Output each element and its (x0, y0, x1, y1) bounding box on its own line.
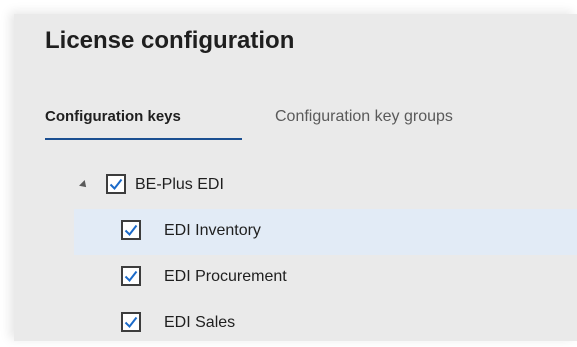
tree-node-label: EDI Inventory (164, 222, 261, 239)
active-tab-indicator (45, 138, 242, 140)
tab-configuration-keys[interactable]: Configuration keys (45, 108, 181, 125)
checkmark-icon (124, 224, 138, 237)
expand-collapse-icon[interactable] (79, 180, 89, 190)
checkmark-icon (124, 270, 138, 283)
checkmark-icon (109, 178, 123, 191)
tree-node-edi-inventory[interactable]: EDI Inventory (74, 209, 577, 255)
tree-node-label: EDI Sales (164, 314, 236, 331)
tab-configuration-key-groups[interactable]: Configuration key groups (275, 108, 453, 126)
tree-node-edi-sales[interactable]: EDI Sales (74, 301, 577, 347)
tree-node-label: BE-Plus EDI (135, 176, 224, 193)
app-frame: License configuration Configuration keys… (0, 0, 577, 341)
tree-node-label: EDI Procurement (164, 268, 287, 285)
be-plus-edi-checkbox[interactable] (106, 174, 126, 194)
edi-procurement-checkbox[interactable] (121, 266, 141, 286)
checkmark-icon (124, 316, 138, 329)
edi-inventory-checkbox[interactable] (121, 220, 141, 240)
tree-node-edi-procurement[interactable]: EDI Procurement (74, 255, 577, 301)
tree-node-be-plus-edi[interactable]: BE-Plus EDI (60, 163, 577, 209)
page-title: License configuration (45, 27, 295, 54)
edi-sales-checkbox[interactable] (121, 312, 141, 332)
